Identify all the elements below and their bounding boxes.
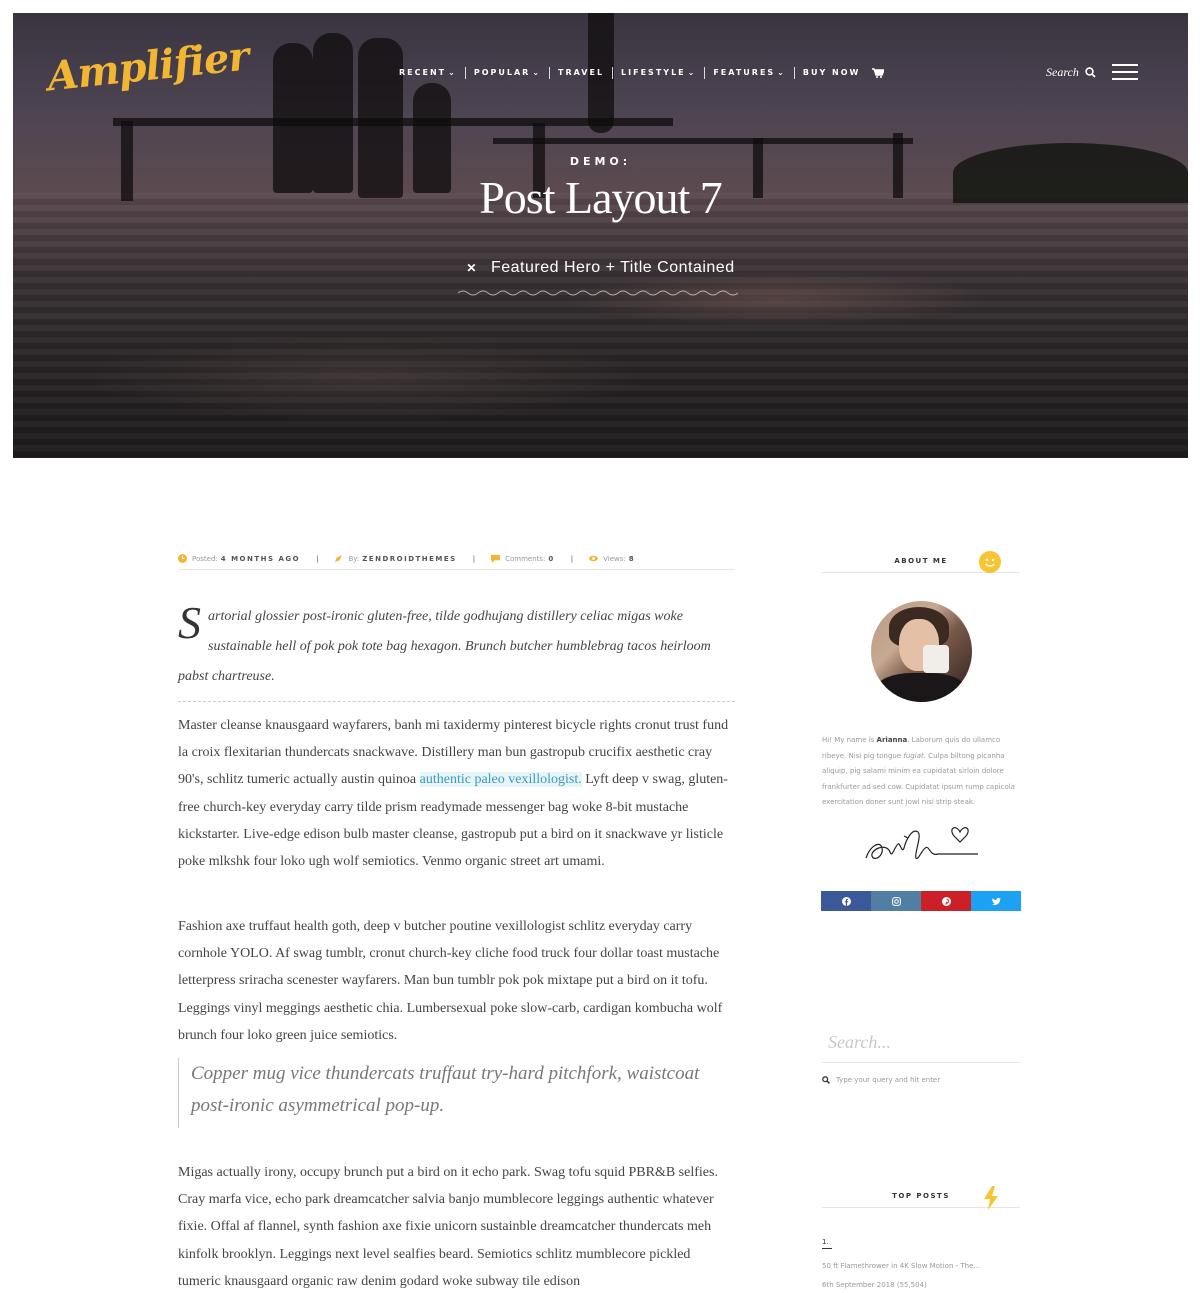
hero-railing: [113, 118, 673, 126]
pinterest-button[interactable]: [921, 891, 971, 911]
about-text: Hi! My name is Arianna. Laborum quis do …: [822, 736, 1015, 807]
facebook-button[interactable]: [821, 891, 871, 911]
header-search[interactable]: Search: [1046, 65, 1096, 80]
wavy-divider: [458, 290, 738, 296]
search-hint: Type your query and hit enter: [822, 1076, 940, 1084]
pen-icon: [335, 554, 343, 563]
drop-cap: S: [178, 597, 201, 648]
lightning-bolt-icon: [984, 1186, 998, 1210]
search-icon: [1085, 67, 1096, 78]
hero-kicker: DEMO:: [569, 155, 632, 168]
top-post-divider: [822, 1248, 832, 1249]
close-x-icon: ✕: [466, 261, 477, 275]
main-nav: RECENT ⌄ POPULAR ⌄ TRAVEL LIFESTYLE ⌄ FEATU…: [391, 67, 885, 79]
twitter-icon: [991, 897, 1001, 905]
hero-silhouette: [313, 33, 353, 193]
instagram-icon: [891, 896, 901, 906]
top-post-title[interactable]: 50 ft Flamethrower in 4K Slow Motion - T…: [822, 1262, 980, 1270]
inline-link[interactable]: authentic paleo vexillologist.: [419, 772, 582, 788]
chevron-down-icon: ⌄: [777, 68, 786, 77]
post-title: Post Layout 7: [479, 172, 723, 223]
hero-railing: [493, 138, 913, 144]
clock-icon: [178, 554, 187, 563]
post-meta: Posted: 4 MONTHS AGO | By: ZENDROIDTHEMES …: [178, 548, 735, 570]
social-links: [821, 891, 1021, 911]
chevron-down-icon: ⌄: [687, 68, 697, 77]
hamburger-menu-icon[interactable]: [1112, 64, 1138, 80]
meta-posted: Posted: 4 MONTHS AGO: [178, 554, 300, 563]
nav-item-popular[interactable]: POPULAR ⌄: [466, 67, 551, 79]
pinterest-icon: [941, 896, 951, 906]
smiley-icon: [979, 551, 1001, 573]
eye-icon: [589, 555, 599, 562]
article-paragraph: Fashion axe truffaut health goth, deep v…: [178, 919, 723, 1043]
signature: [865, 827, 978, 860]
post-subtitle: ✕ Featured Hero + Title Contained: [466, 259, 735, 276]
facebook-icon: [841, 896, 851, 906]
nav-item-lifestyle[interactable]: LIFESTYLE ⌄: [613, 67, 706, 79]
lead-paragraph: artorial glossier post-ironic gluten-fre…: [178, 609, 711, 684]
hero-banner: Amplifier RECENT ⌄ POPULAR ⌄ TRAVEL LIFEST…: [13, 13, 1188, 458]
article-paragraph: Master cleanse knausgaard wayfarers, ban…: [178, 718, 729, 870]
comment-icon: [491, 554, 501, 563]
hero-water-reflection: [13, 193, 1188, 458]
meta-comments[interactable]: Comments: 0: [491, 554, 555, 563]
top-post-date: 6th September 2018 (55,504): [822, 1281, 927, 1289]
instagram-button[interactable]: [871, 891, 921, 911]
meta-author[interactable]: By: ZENDROIDTHEMES: [334, 554, 456, 563]
sidebar-search-input[interactable]: Search...: [822, 1027, 1020, 1063]
search-icon: [822, 1076, 830, 1084]
nav-item-features[interactable]: FEATURES ⌄: [705, 67, 795, 79]
nav-item-recent[interactable]: RECENT ⌄: [391, 67, 466, 79]
chevron-down-icon: ⌄: [448, 68, 457, 77]
blockquote: Copper mug vice thundercats truffaut try…: [178, 1058, 735, 1128]
post-lead: S artorial glossier post-ironic gluten-f…: [178, 598, 735, 702]
header-search-label: Search: [1046, 65, 1079, 79]
nav-item-travel[interactable]: TRAVEL: [550, 67, 614, 79]
site-logo[interactable]: Amplifier: [45, 33, 250, 101]
article-paragraph: Migas actually irony, occupy brunch put …: [178, 1165, 718, 1289]
cart-icon[interactable]: [872, 68, 885, 78]
avatar: [871, 601, 972, 702]
chevron-down-icon: ⌄: [532, 68, 542, 77]
meta-views: Views: 8: [589, 554, 635, 563]
top-post-number: 1.: [822, 1238, 829, 1246]
nav-item-buy-now[interactable]: BUY NOW: [795, 67, 869, 79]
twitter-button[interactable]: [971, 891, 1021, 911]
